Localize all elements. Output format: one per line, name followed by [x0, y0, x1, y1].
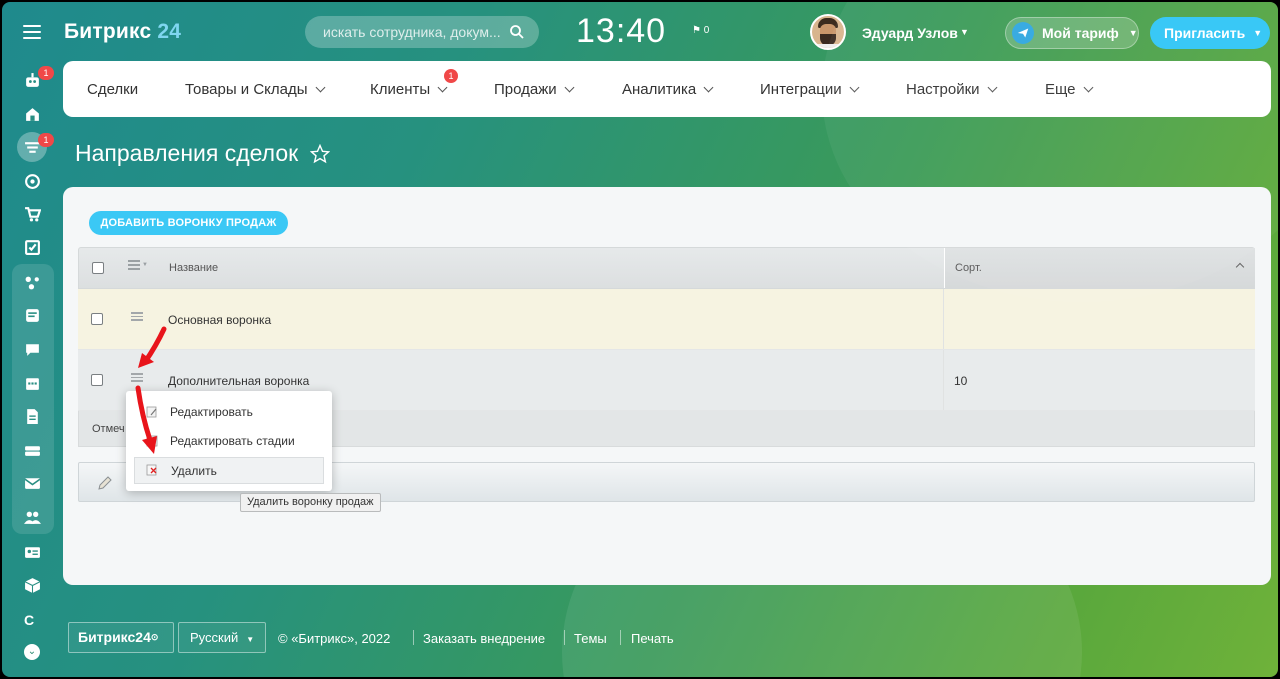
feed-icon[interactable] [22, 305, 42, 325]
search-box[interactable] [305, 16, 539, 48]
box-icon[interactable] [22, 575, 42, 595]
row-checkbox[interactable] [91, 374, 103, 386]
pencil-icon[interactable] [97, 475, 113, 491]
language-select[interactable]: Русский ▼ [178, 622, 266, 653]
page-title: Направления сделок [75, 140, 299, 166]
notification-badge: 1 [38, 66, 54, 80]
left-sidebar: 1 1 C ⌄ [2, 2, 62, 677]
calendar-icon[interactable] [22, 373, 42, 393]
target-icon[interactable] [22, 171, 42, 191]
row-menu-icon[interactable] [131, 312, 143, 322]
chevron-down-icon: ▼ [1128, 28, 1138, 38]
sort-asc-icon [1235, 262, 1245, 272]
footer-link-print[interactable]: Печать [631, 631, 674, 646]
rocket-icon [1012, 22, 1034, 44]
funnel-name: Дополнительная воронка [168, 374, 310, 388]
row-checkbox[interactable] [91, 313, 103, 325]
tasks-icon[interactable] [22, 237, 42, 257]
menu-item-deals[interactable]: Сделки [87, 81, 138, 98]
menu-item-analytics[interactable]: Аналитика [622, 81, 714, 98]
app-window: 1 1 C ⌄ Битрикс 24 искать сотрудника, до… [2, 2, 1278, 677]
invite-button[interactable]: Пригласить ▼ [1150, 17, 1270, 49]
flag-counter[interactable]: ⚑ 0 [692, 25, 709, 36]
menu-item-delete[interactable]: Удалить [134, 457, 324, 484]
add-funnel-button[interactable]: ДОБАВИТЬ ВОРОНКУ ПРОДАЖ [89, 211, 288, 235]
mail-icon[interactable] [22, 473, 42, 493]
table-row[interactable]: Основная воронка [78, 289, 1255, 350]
chat-icon[interactable] [22, 339, 42, 359]
notification-badge: 1 [444, 69, 458, 83]
grid-settings-icon[interactable]: ▼ [128, 260, 148, 270]
menu-item-settings[interactable]: Настройки [906, 81, 998, 98]
funnel-name: Основная воронка [168, 313, 272, 327]
clock[interactable]: 13:40 [576, 12, 666, 51]
chevron-down-icon: ▼ [1253, 28, 1263, 38]
chevron-down-icon [437, 82, 448, 93]
page-footer: Битрикс24⊙ Русский ▼ © «Битрикс», 2022 За… [2, 622, 1278, 654]
annotation-arrow [135, 385, 157, 454]
home-icon[interactable] [22, 104, 42, 124]
chevron-down-icon [1083, 82, 1093, 93]
top-menu: Сделки Товары и Склады Клиенты 1 Продажи… [63, 61, 1271, 117]
search-input[interactable] [323, 24, 501, 40]
notification-badge: 1 [38, 133, 54, 147]
document-icon[interactable] [22, 406, 42, 426]
footer-link-themes[interactable]: Темы [574, 631, 607, 646]
tooltip: Удалить воронку продаж [240, 493, 381, 512]
employees-icon[interactable] [22, 507, 42, 527]
menu-item-sales[interactable]: Продажи [494, 81, 575, 98]
menu-item-more[interactable]: Еще [1045, 81, 1093, 98]
column-header-name[interactable]: Название [169, 262, 218, 274]
menu-item-clients[interactable]: Клиенты [370, 81, 448, 98]
avatar[interactable] [810, 14, 846, 50]
chevron-down-icon [703, 82, 714, 93]
selected-counter: Отмеч [92, 423, 125, 435]
funnel-sort: 10 [954, 374, 968, 388]
copyright: © «Битрикс», 2022 [278, 631, 391, 646]
chevron-down-icon[interactable]: ▼ [960, 27, 969, 37]
contact-card-icon[interactable] [22, 542, 42, 562]
hamburger-menu-icon[interactable] [23, 25, 41, 39]
flag-icon: ⚑ [692, 25, 704, 36]
menu-item-integrations[interactable]: Интеграции [760, 81, 860, 98]
delete-icon [146, 464, 157, 476]
menu-item-goods[interactable]: Товары и Склады [185, 81, 325, 98]
network-icon[interactable] [22, 272, 42, 292]
chevron-down-icon: ▼ [246, 635, 255, 644]
user-name[interactable]: Эдуард Узлов [862, 25, 958, 41]
drive-icon[interactable] [22, 440, 42, 460]
grid-header: ▼ Название Сорт. [78, 247, 1255, 289]
annotation-arrow [138, 326, 167, 368]
chevron-down-icon [315, 82, 325, 93]
row-menu-icon[interactable] [131, 373, 143, 383]
footer-logo[interactable]: Битрикс24⊙ [68, 622, 174, 653]
star-icon[interactable] [310, 144, 330, 164]
tariff-button[interactable]: Мой тариф ▼ [1005, 17, 1139, 49]
select-all-checkbox[interactable] [92, 262, 104, 274]
chevron-down-icon [849, 82, 860, 93]
column-header-sort[interactable]: Сорт. [945, 248, 1255, 288]
clock-icon: ⊙ [150, 632, 159, 642]
main-panel: ДОБАВИТЬ ВОРОНКУ ПРОДАЖ ▼ Название Сорт.… [63, 187, 1271, 585]
search-icon[interactable] [509, 24, 525, 40]
chevron-down-icon [564, 82, 575, 93]
chevron-down-icon [987, 82, 998, 93]
app-logo[interactable]: Битрикс 24 [64, 20, 181, 44]
cart-icon[interactable] [22, 204, 42, 224]
footer-link-implementation[interactable]: Заказать внедрение [423, 631, 545, 646]
